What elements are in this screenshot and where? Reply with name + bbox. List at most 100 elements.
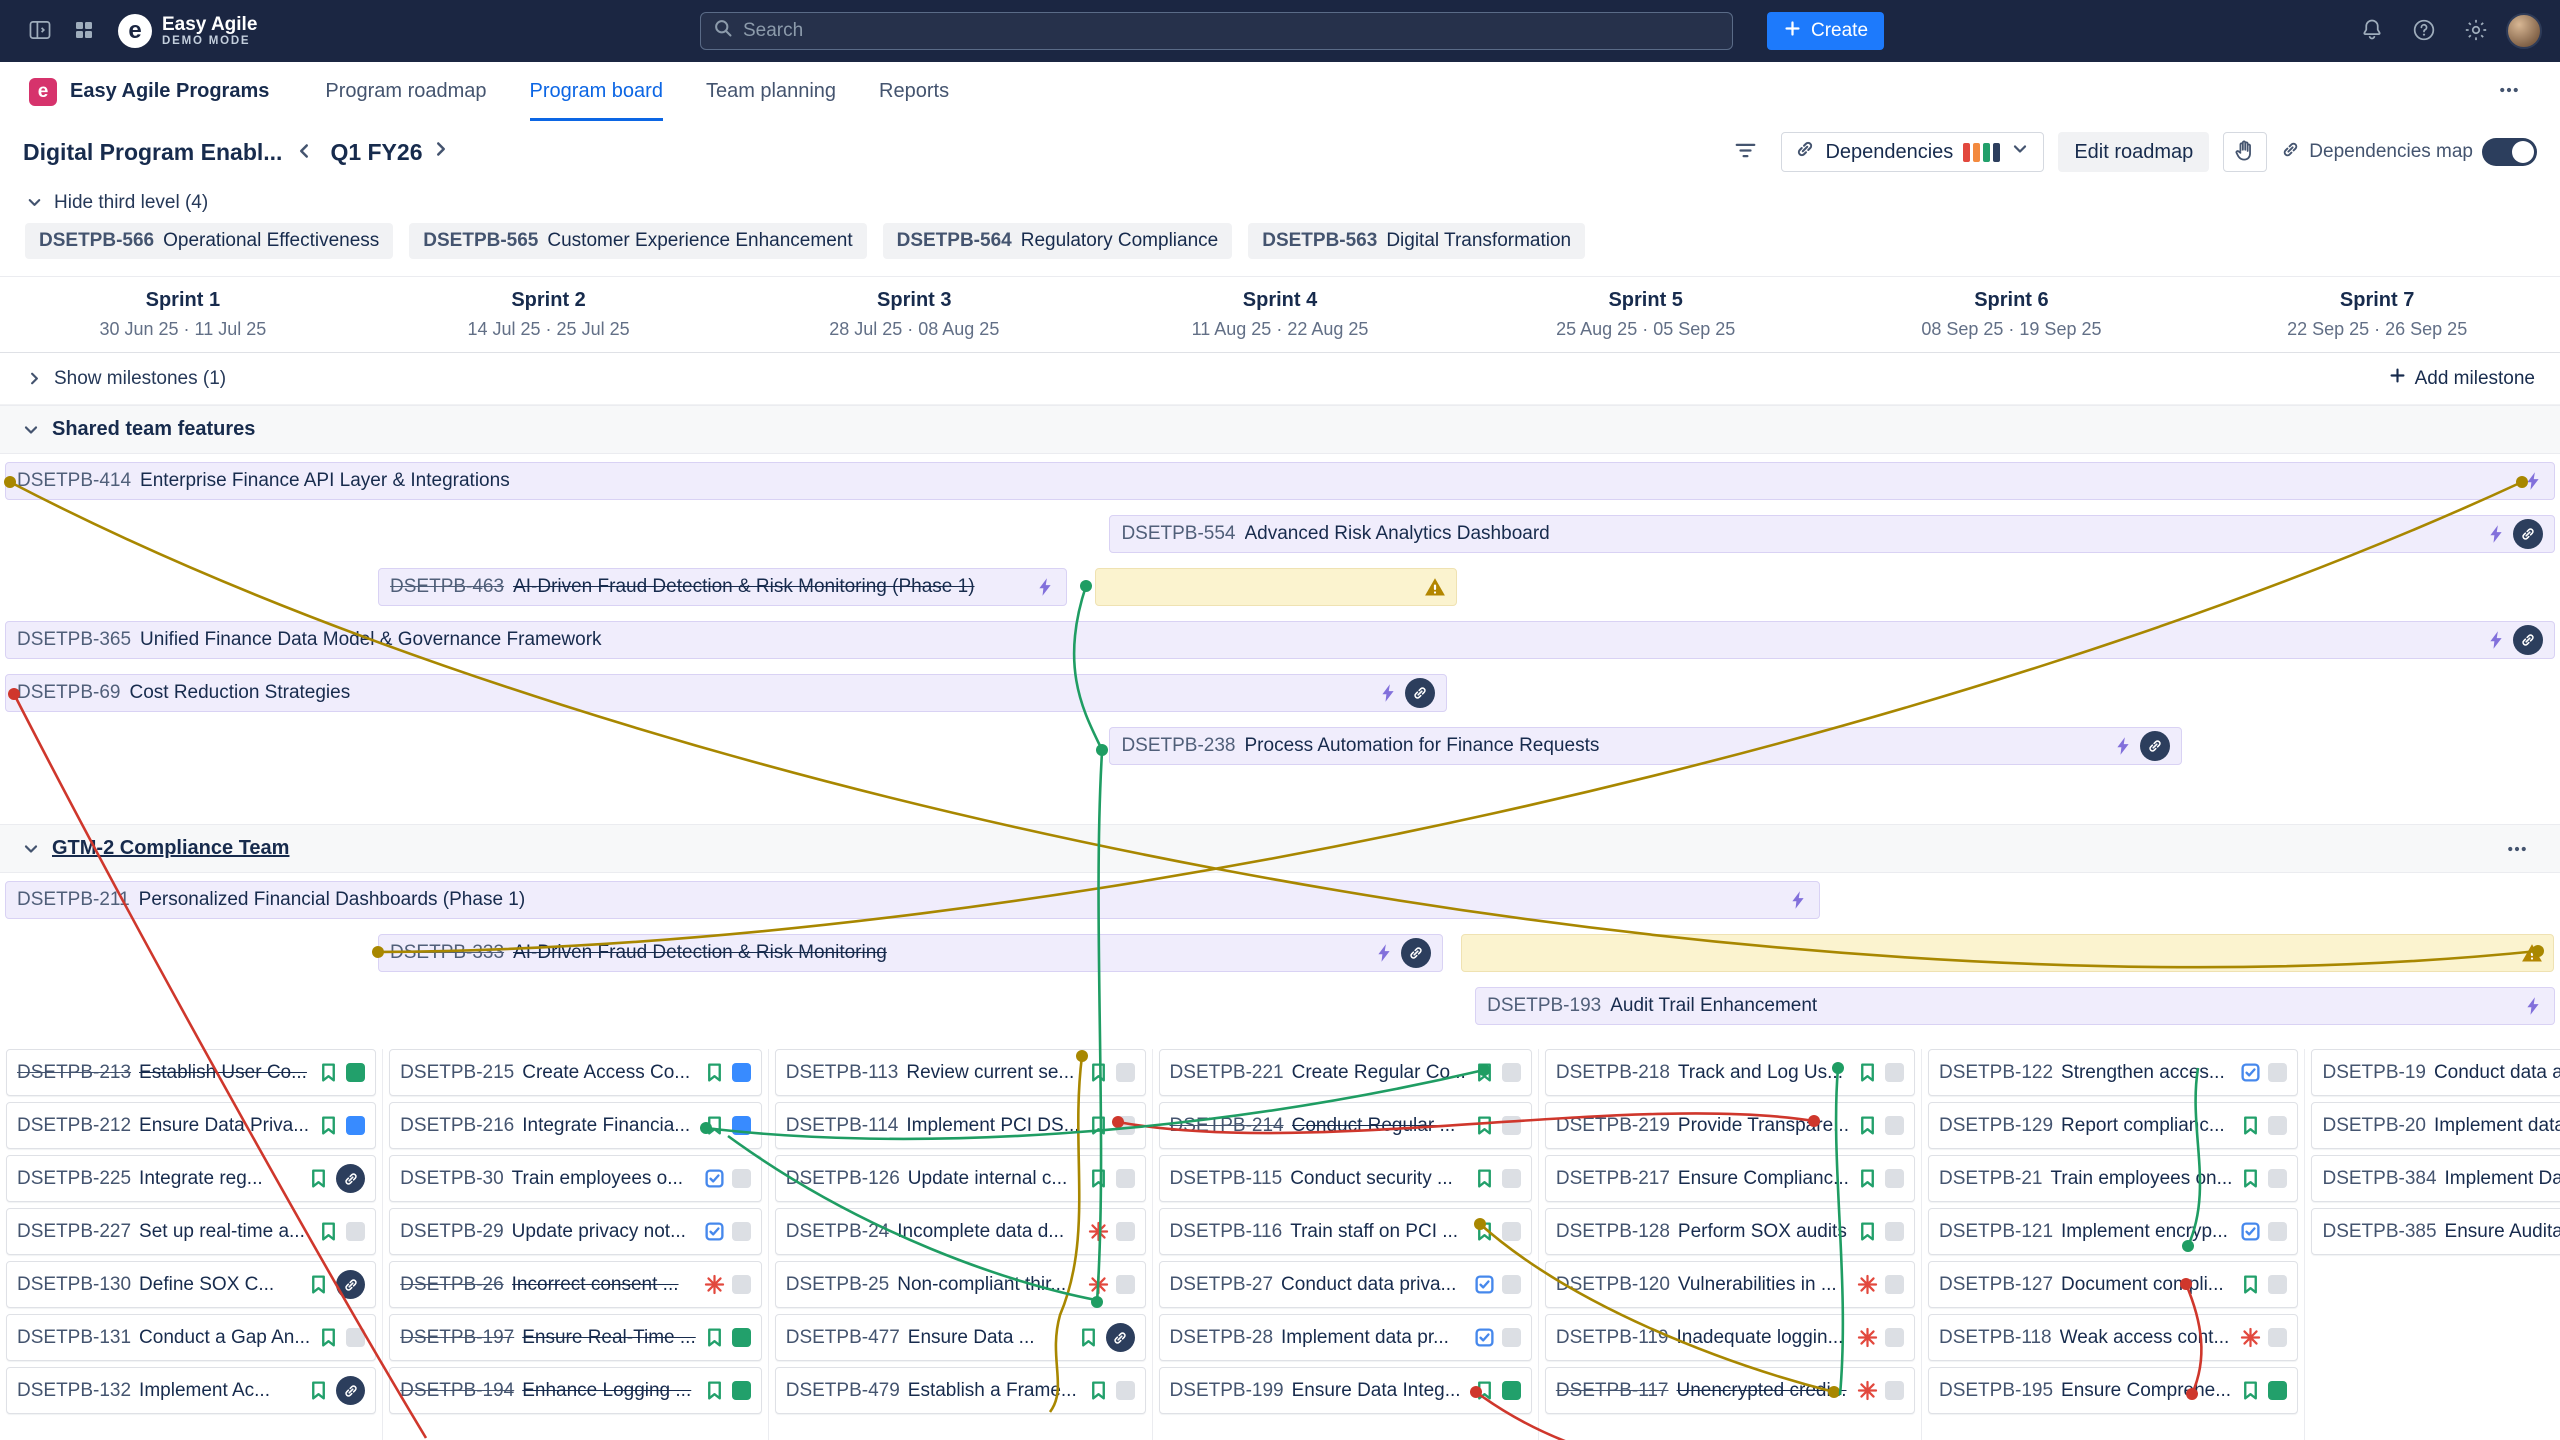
- issue-card[interactable]: DSETPB-217Ensure Complianc...: [1545, 1155, 1915, 1202]
- notifications-button[interactable]: [2350, 9, 2394, 53]
- link-badge[interactable]: [1405, 678, 1435, 708]
- issue-card[interactable]: DSETPB-113Review current se...: [775, 1049, 1146, 1096]
- issue-card[interactable]: DSETPB-227Set up real-time a...: [6, 1208, 376, 1255]
- feature-bar[interactable]: DSETPB-238Process Automation for Finance…: [1109, 727, 2182, 765]
- issue-card[interactable]: DSETPB-118Weak access cont...: [1928, 1314, 2298, 1361]
- link-badge[interactable]: [1401, 938, 1431, 968]
- issue-card[interactable]: DSETPB-27Conduct data priva...: [1159, 1261, 1532, 1308]
- edit-roadmap-button[interactable]: Edit roadmap: [2058, 132, 2209, 172]
- sprint-column-header[interactable]: Sprint 722 Sep 25 · 26 Sep 25: [2194, 289, 2560, 352]
- issue-card[interactable]: DSETPB-221Create Regular Co...: [1159, 1049, 1532, 1096]
- issue-card[interactable]: DSETPB-132Implement Ac...: [6, 1367, 376, 1414]
- increment-selector[interactable]: Q1 FY26: [330, 138, 452, 166]
- issue-card[interactable]: DSETPB-19Conduct data audit: [2311, 1049, 2560, 1096]
- sidebar-toggle-button[interactable]: [18, 9, 62, 53]
- issue-card[interactable]: DSETPB-128Perform SOX audits: [1545, 1208, 1915, 1255]
- issue-card[interactable]: DSETPB-199Ensure Data Integ...: [1159, 1367, 1532, 1414]
- app-logo[interactable]: e Easy Agile DEMO MODE: [118, 14, 257, 48]
- sprint-column-header[interactable]: Sprint 214 Jul 25 · 25 Jul 25: [366, 289, 732, 352]
- section-more-button[interactable]: [2495, 829, 2539, 869]
- feature-bar[interactable]: DSETPB-193Audit Trail Enhancement: [1475, 987, 2555, 1025]
- issue-card[interactable]: DSETPB-114Implement PCI DS...: [775, 1102, 1146, 1149]
- chevron-down-icon[interactable]: [21, 420, 41, 440]
- filter-button[interactable]: [1723, 132, 1767, 172]
- sprint-column-header[interactable]: Sprint 608 Sep 25 · 19 Sep 25: [1829, 289, 2195, 352]
- issue-card[interactable]: DSETPB-29Update privacy not...: [389, 1208, 762, 1255]
- feature-bar[interactable]: DSETPB-333AI-Driven Fraud Detection & Ri…: [378, 934, 1443, 972]
- issue-card[interactable]: DSETPB-126Update internal c...: [775, 1155, 1146, 1202]
- dependencies-button[interactable]: Dependencies: [1781, 132, 2044, 172]
- dependency-link-badge[interactable]: [336, 1164, 365, 1193]
- link-badge[interactable]: [2140, 731, 2170, 761]
- search-input[interactable]: [743, 20, 1720, 42]
- issue-card[interactable]: DSETPB-28Implement data pr...: [1159, 1314, 1532, 1361]
- issue-card[interactable]: DSETPB-215Create Access Co...: [389, 1049, 762, 1096]
- issue-card[interactable]: DSETPB-120Vulnerabilities in ...: [1545, 1261, 1915, 1308]
- tab-team-planning[interactable]: Team planning: [706, 62, 836, 121]
- issue-card[interactable]: DSETPB-218Track and Log Us...: [1545, 1049, 1915, 1096]
- epic-chip[interactable]: DSETPB-564Regulatory Compliance: [883, 223, 1233, 259]
- issue-card[interactable]: DSETPB-477Ensure Data ...: [775, 1314, 1146, 1361]
- issue-card[interactable]: DSETPB-219Provide Transpare...: [1545, 1102, 1915, 1149]
- section-title[interactable]: Shared team features: [52, 418, 255, 441]
- issue-card[interactable]: DSETPB-30Train employees o...: [389, 1155, 762, 1202]
- chevron-down-icon[interactable]: [21, 839, 41, 859]
- sprint-column-header[interactable]: Sprint 328 Jul 25 · 08 Aug 25: [731, 289, 1097, 352]
- feature-bar[interactable]: DSETPB-211Personalized Financial Dashboa…: [5, 881, 1820, 919]
- issue-card[interactable]: DSETPB-121Implement encryp...: [1928, 1208, 2298, 1255]
- sprint-column-header[interactable]: Sprint 525 Aug 25 · 05 Sep 25: [1463, 289, 1829, 352]
- issue-card[interactable]: DSETPB-117Unencrypted credi...: [1545, 1367, 1915, 1414]
- issue-card[interactable]: DSETPB-129Report complianc...: [1928, 1102, 2298, 1149]
- add-milestone-button[interactable]: Add milestone: [2388, 366, 2535, 391]
- link-badge[interactable]: [2513, 519, 2543, 549]
- epic-chip[interactable]: DSETPB-565Customer Experience Enhancemen…: [409, 223, 866, 259]
- section-title[interactable]: GTM-2 Compliance Team: [52, 837, 289, 860]
- issue-card[interactable]: DSETPB-212Ensure Data Priva...: [6, 1102, 376, 1149]
- dependency-link-badge[interactable]: [336, 1376, 365, 1405]
- feature-bar[interactable]: DSETPB-554Advanced Risk Analytics Dashbo…: [1109, 515, 2555, 553]
- sprint-column-header[interactable]: Sprint 130 Jun 25 · 11 Jul 25: [0, 289, 366, 352]
- issue-card[interactable]: DSETPB-116Train staff on PCI ...: [1159, 1208, 1532, 1255]
- issue-card[interactable]: DSETPB-127Document compli...: [1928, 1261, 2298, 1308]
- help-button[interactable]: [2402, 9, 2446, 53]
- epic-chip[interactable]: DSETPB-563Digital Transformation: [1248, 223, 1585, 259]
- app-switcher-button[interactable]: [62, 9, 106, 53]
- issue-card[interactable]: DSETPB-24Incomplete data d...: [775, 1208, 1146, 1255]
- issue-card[interactable]: DSETPB-197Ensure Real-Time ...: [389, 1314, 762, 1361]
- issue-card[interactable]: DSETPB-195Ensure Comprehe...: [1928, 1367, 2298, 1414]
- issue-card[interactable]: DSETPB-213Establish User Co...: [6, 1049, 376, 1096]
- show-milestones-toggle[interactable]: Show milestones (1): [25, 368, 226, 390]
- user-avatar[interactable]: [2506, 13, 2542, 49]
- sprint-column-header[interactable]: Sprint 411 Aug 25 · 22 Aug 25: [1097, 289, 1463, 352]
- issue-card[interactable]: DSETPB-216Integrate Financia...: [389, 1102, 762, 1149]
- issue-card[interactable]: DSETPB-115Conduct security ...: [1159, 1155, 1532, 1202]
- issue-card[interactable]: DSETPB-384Implement Data V...: [2311, 1155, 2560, 1202]
- tab-program-roadmap[interactable]: Program roadmap: [325, 62, 486, 121]
- feature-bar[interactable]: DSETPB-365Unified Finance Data Model & G…: [5, 621, 2555, 659]
- dependency-link-badge[interactable]: [1106, 1323, 1135, 1352]
- feature-bar[interactable]: DSETPB-414Enterprise Finance API Layer &…: [5, 462, 2555, 500]
- tab-reports[interactable]: Reports: [879, 62, 949, 121]
- issue-card[interactable]: DSETPB-21Train employees on...: [1928, 1155, 2298, 1202]
- board-more-button[interactable]: [2487, 72, 2531, 112]
- link-badge[interactable]: [2513, 625, 2543, 655]
- tab-program-board[interactable]: Program board: [530, 62, 663, 121]
- issue-card[interactable]: DSETPB-131Conduct a Gap An...: [6, 1314, 376, 1361]
- issue-card[interactable]: DSETPB-479Establish a Frame...: [775, 1367, 1146, 1414]
- issue-card[interactable]: DSETPB-26Incorrect consent ...: [389, 1261, 762, 1308]
- issue-card[interactable]: DSETPB-130Define SOX C...: [6, 1261, 376, 1308]
- create-button[interactable]: Create: [1767, 12, 1884, 50]
- issue-card[interactable]: DSETPB-119Inadequate loggin...: [1545, 1314, 1915, 1361]
- third-level-toggle[interactable]: Hide third level (4): [0, 183, 2560, 222]
- issue-card[interactable]: DSETPB-385Ensure Auditabilit...: [2311, 1208, 2560, 1255]
- dependency-link-badge[interactable]: [336, 1270, 365, 1299]
- issue-card[interactable]: DSETPB-225Integrate reg...: [6, 1155, 376, 1202]
- pan-tool-button[interactable]: [2223, 132, 2267, 172]
- settings-button[interactable]: [2454, 9, 2498, 53]
- previous-increment-button[interactable]: [282, 132, 326, 172]
- issue-card[interactable]: DSETPB-122Strengthen acces...: [1928, 1049, 2298, 1096]
- feature-bar[interactable]: DSETPB-463AI-Driven Fraud Detection & Ri…: [378, 568, 1067, 606]
- issue-card[interactable]: DSETPB-194Enhance Logging ...: [389, 1367, 762, 1414]
- issue-card[interactable]: DSETPB-25Non-compliant thir...: [775, 1261, 1146, 1308]
- dependencies-map-toggle[interactable]: [2482, 138, 2537, 166]
